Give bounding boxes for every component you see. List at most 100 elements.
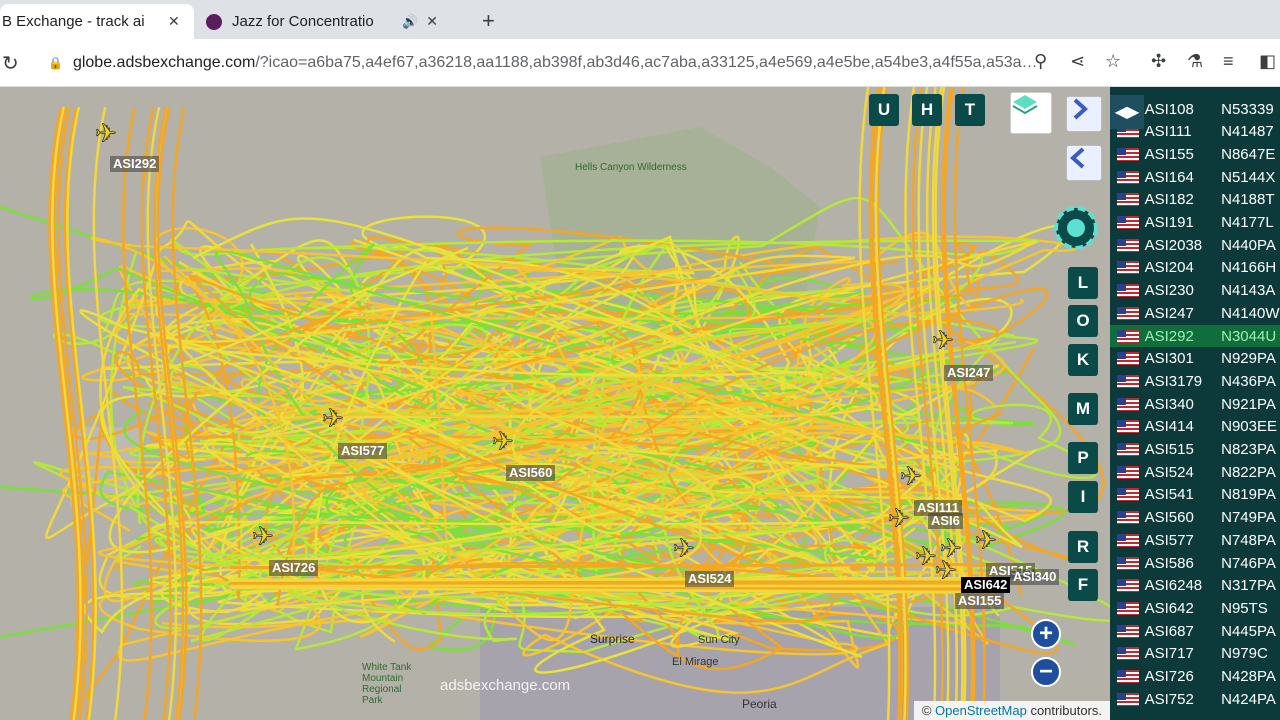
table-row[interactable]: ASI182 N4188T [1110,189,1280,211]
callsign-cell: ASI247 [1144,304,1194,322]
address-bar[interactable]: 🔒 globe.adsbexchange.com /?icao=a6ba75,a… [38,45,1038,81]
aircraft-label[interactable]: ASI560 [506,465,556,481]
registration-cell: N5144X [1221,168,1276,186]
r-button[interactable]: R [1068,531,1098,563]
aircraft-label[interactable]: ASI292 [110,156,160,172]
location-icon[interactable]: ⚲ [1034,51,1047,72]
u-button[interactable]: U [869,94,899,126]
aircraft-label[interactable]: ASI642 [961,577,1011,593]
k-button[interactable]: K [1068,344,1098,376]
table-row[interactable]: ASI6248 N317PA [1110,575,1280,597]
p-button[interactable]: P [1068,442,1098,474]
table-row[interactable]: ASI164 N5144X [1110,166,1280,188]
attribution-suffix: contributors. [1030,703,1102,718]
layers-button[interactable] [1010,92,1052,134]
table-row[interactable]: ASI2038 N440PA [1110,234,1280,256]
table-row[interactable]: ASI301 N929PA [1110,348,1280,370]
h-button[interactable]: H [912,94,942,126]
callsign-cell: ASI182 [1144,191,1194,209]
table-row[interactable]: ASI191 N4177L [1110,212,1280,234]
m-button[interactable]: M [1068,393,1098,425]
tab-adsbexchange[interactable]: B Exchange - track ai ✕ [0,4,194,39]
next-button[interactable] [1066,96,1102,132]
osm-link[interactable]: OpenStreetMap [935,703,1027,718]
map-attribution: © OpenStreetMap contributors. [913,701,1110,720]
table-row[interactable]: ASI541 N819PA [1110,484,1280,506]
airplane-icon: ✈ [95,119,117,149]
media-icon[interactable]: ≡ [1223,51,1234,72]
us-flag-icon [1117,147,1139,161]
table-row[interactable]: ASI642 N95TS [1110,597,1280,619]
lock-icon[interactable]: 🔒 [48,56,63,70]
us-flag-icon [1117,647,1139,661]
place-label: Sun City [698,634,740,646]
us-flag-icon [1117,397,1139,411]
registration-cell: N823PA [1221,441,1276,458]
callsign-cell: ASI414 [1144,418,1194,436]
tab-strip: B Exchange - track ai ✕ Jazz for Concent… [0,0,1280,39]
registration-cell: N903EE [1221,418,1277,436]
aircraft-label[interactable]: ASI340 [1010,569,1060,585]
i-button[interactable]: I [1068,481,1098,513]
close-icon[interactable]: ✕ [426,13,438,30]
zoom-in-icon[interactable]: + [1031,619,1061,649]
share-icon[interactable]: ⋖ [1070,51,1085,72]
new-tab-icon[interactable]: + [482,8,495,34]
registration-cell: N4166H [1221,259,1277,277]
map-view[interactable]: ✈ ✈ ✈ ✈ ✈ ✈ ✈ ✈ ✈ ✈ ✈ ✈ Hells Canyon Wilderness Sur… [0,87,1110,720]
table-row[interactable]: ASI560 N749PA [1110,507,1280,529]
table-row[interactable]: ASI726 N428PA [1110,666,1280,688]
aircraft-label[interactable]: ASI6 [928,513,963,529]
table-row[interactable]: ASI586 N746PA [1110,552,1280,574]
l-button[interactable]: L [1068,267,1098,299]
airplane-icon: ✈ [492,427,514,457]
registration-cell: N749PA [1221,509,1276,527]
aircraft-table[interactable]: ASI108 N53339 ASI111 N41487 ASI155 N8647E ASI1… [1110,87,1280,720]
table-row[interactable]: ASI204 N4166H [1110,257,1280,279]
table-row[interactable]: ASI247 N4140W [1110,302,1280,324]
us-flag-icon [1117,579,1139,593]
table-row[interactable]: ASI292 N3044U [1110,325,1280,347]
collapse-toggle-icon[interactable]: ◀▶ [1110,95,1144,129]
registration-cell: N424PA [1221,690,1276,708]
side-panel-icon[interactable]: ◧ [1259,51,1276,72]
table-row[interactable]: ASI155 N8647E [1110,143,1280,165]
zoom-out-icon[interactable]: − [1031,657,1061,687]
table-row[interactable]: ASI230 N4143A [1110,280,1280,302]
url-host: globe.adsbexchange.com [72,54,256,71]
callsign-cell: ASI108 [1144,100,1194,118]
table-row[interactable]: ASI687 N445PA [1110,620,1280,642]
reload-icon[interactable]: ↻ [2,51,19,76]
t-button[interactable]: T [955,94,985,126]
tab-jazz[interactable]: Jazz for Concentratio 🔊 ✕ [206,4,464,39]
aircraft-label[interactable]: ASI247 [944,365,994,381]
callsign-cell: ASI541 [1144,486,1194,504]
place-label: Peoria [742,697,777,711]
registration-cell: N41487 [1221,123,1274,141]
aircraft-label[interactable]: ASI577 [338,443,388,459]
table-row[interactable]: ASI717 N979C [1110,643,1280,665]
table-row[interactable]: ASI577 N748PA [1110,529,1280,551]
extensions-icon[interactable]: ✣ [1151,51,1166,72]
table-row[interactable]: ASI752 N424PA [1110,688,1280,710]
aircraft-label[interactable]: ASI155 [955,593,1005,609]
prev-button[interactable] [1066,145,1102,181]
table-row[interactable]: ASI515 N823PA [1110,439,1280,461]
callsign-cell: ASI6248 [1144,577,1203,595]
flask-icon[interactable]: ⚗ [1187,51,1203,72]
airplane-icon: ✈ [935,556,957,586]
f-button[interactable]: F [1068,569,1098,601]
star-icon[interactable]: ☆ [1105,51,1121,72]
airplane-icon: ✈ [252,522,274,552]
speaker-icon[interactable]: 🔊 [402,14,418,30]
table-row[interactable]: ASI414 N903EE [1110,416,1280,438]
table-row[interactable]: ASI340 N921PA [1110,393,1280,415]
aircraft-label[interactable]: ASI524 [685,571,735,587]
aircraft-label[interactable]: ASI726 [269,560,319,576]
registration-cell: N436PA [1221,372,1276,390]
close-icon[interactable]: ✕ [168,13,180,30]
url-path: /?icao=a6ba75,a4ef67,a36218,aa1188,ab398… [255,54,1038,71]
table-row[interactable]: ASI3179 N436PA [1110,370,1280,392]
table-row[interactable]: ASI524 N822PA [1110,461,1280,483]
o-button[interactable]: O [1068,305,1098,337]
